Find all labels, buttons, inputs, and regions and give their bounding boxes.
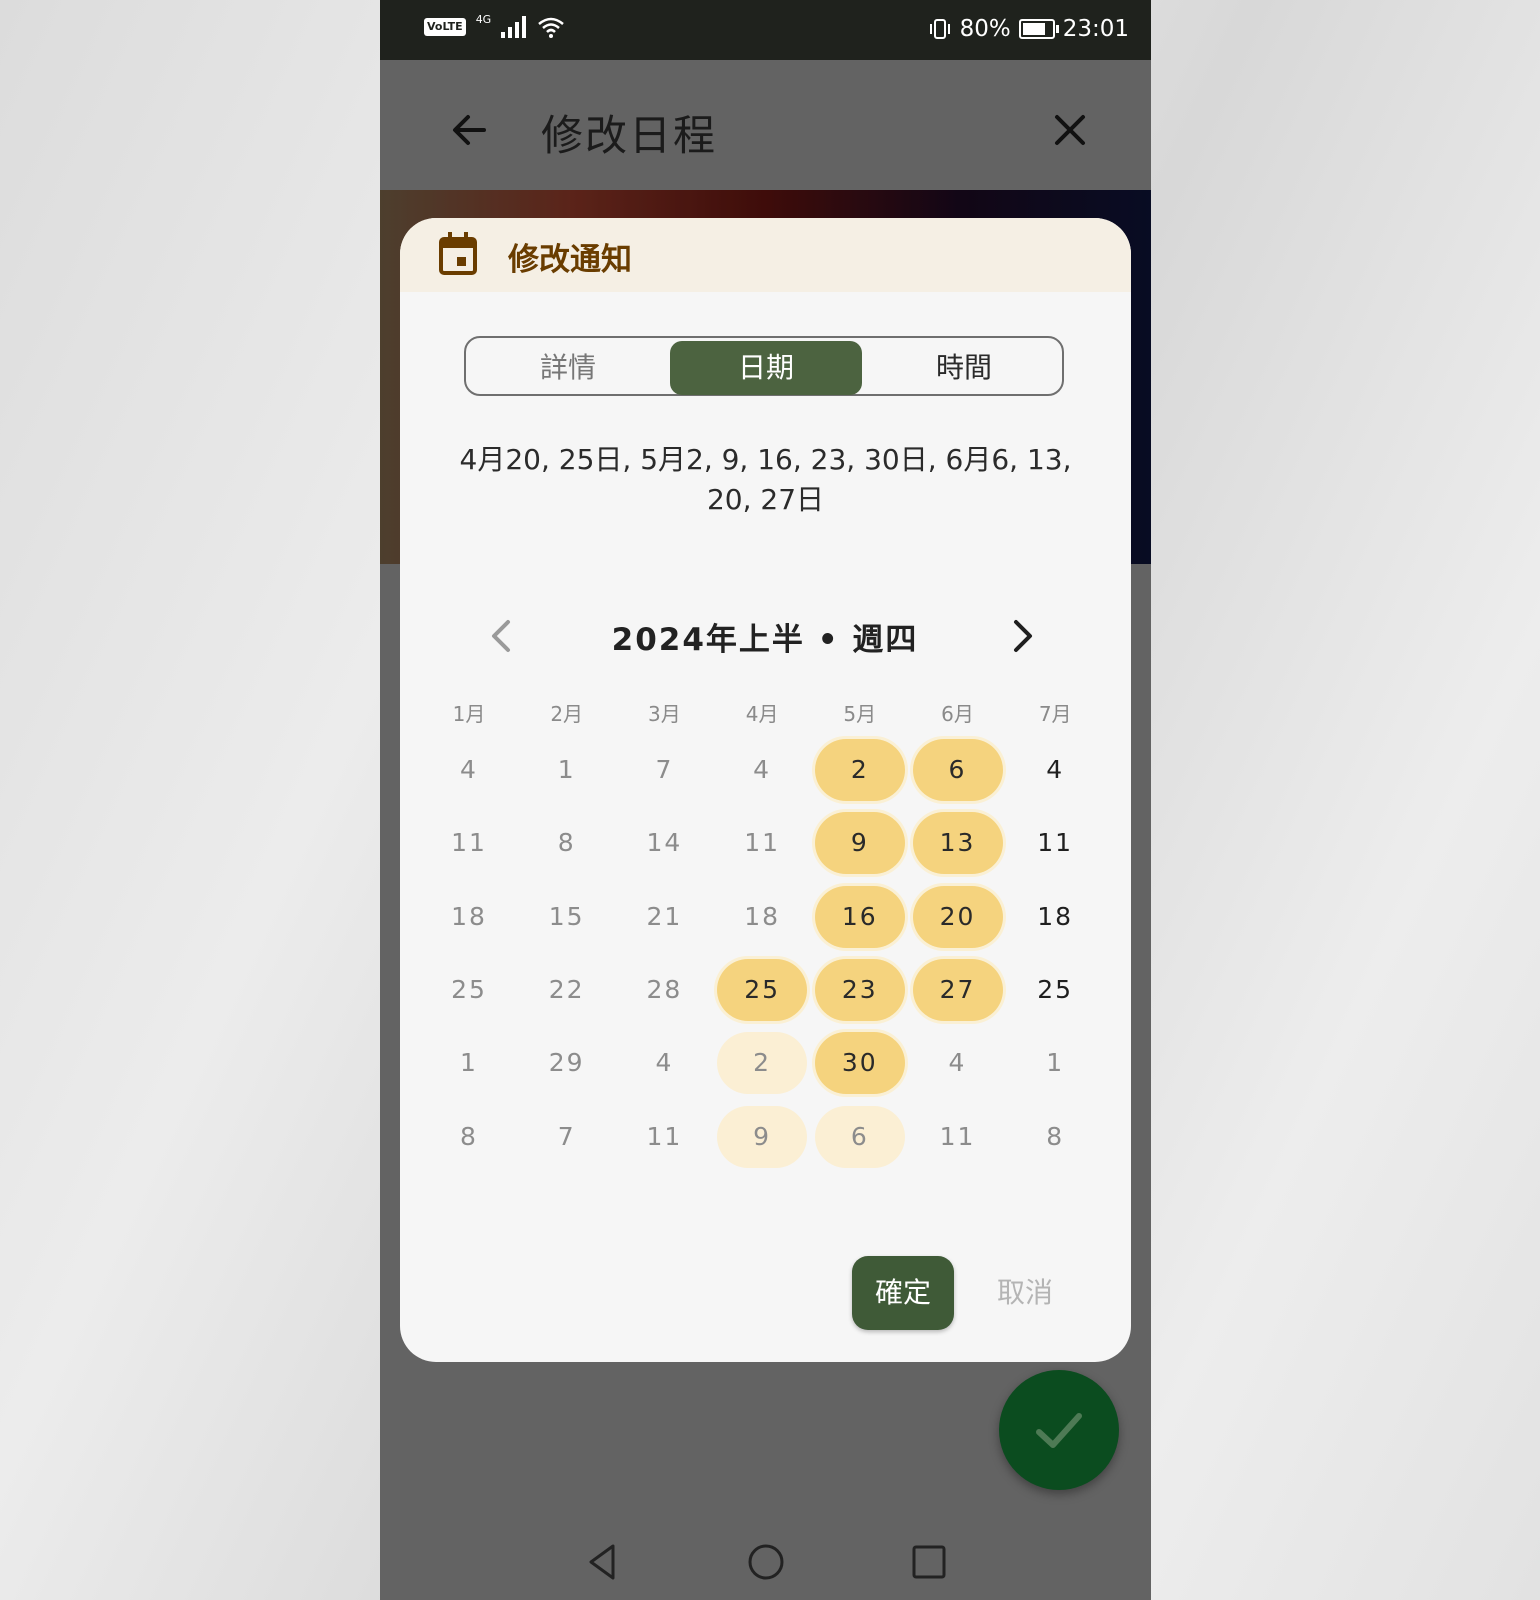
signal-icon (501, 16, 527, 38)
volte-badge: VoLTE (424, 18, 466, 36)
month-header: 2月 (550, 702, 584, 726)
calendar-day[interactable]: 11 (913, 1106, 1003, 1168)
clock: 23:01 (1062, 16, 1129, 42)
system-nav-bar (380, 1520, 1151, 1600)
period-label: 2024年上半 • 週四 (611, 622, 919, 658)
calendar-day[interactable]: 7 (619, 739, 709, 801)
calendar-day[interactable]: 1 (522, 739, 612, 801)
month-header: 1月 (452, 702, 486, 726)
status-bar: VoLTE 4G 80% 23:01 (380, 0, 1151, 60)
summary-line-2: 20, 27日 (706, 483, 825, 516)
month-header: 4月 (745, 702, 779, 726)
calendar-day[interactable]: 16 (814, 885, 905, 948)
calendar-day[interactable]: 22 (522, 959, 612, 1021)
battery-percent: 80% (959, 16, 1011, 42)
calendar-day[interactable]: 6 (912, 739, 1003, 801)
calendar-day[interactable]: 15 (522, 886, 612, 948)
check-icon (1036, 1413, 1082, 1448)
calendar-day[interactable]: 2 (717, 1032, 808, 1095)
summary-line-1: 4月20, 25日, 5月2, 9, 16, 23, 30日, 6月6, 13, (459, 443, 1072, 476)
calendar-day[interactable]: 11 (619, 1106, 709, 1168)
nav-recents-icon[interactable] (909, 1542, 949, 1582)
dialog-header: 修改通知 (400, 218, 1131, 292)
network-type: 4G (475, 12, 492, 26)
status-right: 80% 23:01 (928, 16, 1129, 42)
calendar-day[interactable]: 14 (619, 812, 709, 874)
edit-notification-dialog: 修改通知 詳情 日期 時間 4月20, 25日, 5月2, 9, 16, 23,… (400, 218, 1131, 1362)
chevron-right-icon[interactable] (1006, 616, 1040, 656)
wifi-icon (538, 17, 565, 38)
month-header: 5月 (843, 702, 877, 726)
calendar-day[interactable]: 11 (424, 812, 514, 874)
calendar-icon (439, 232, 477, 275)
dialog-title: 修改通知 (508, 242, 632, 278)
calendar-day[interactable]: 13 (912, 812, 1003, 875)
calendar-day[interactable]: 8 (1010, 1106, 1100, 1168)
calendar-day[interactable]: 29 (522, 1032, 612, 1094)
calendar-day[interactable]: 21 (619, 886, 709, 948)
calendar-day[interactable]: 2 (814, 739, 905, 801)
calendar-day[interactable]: 30 (814, 1032, 905, 1095)
calendar-day[interactable]: 23 (814, 958, 905, 1021)
phone-screen: VoLTE 4G 80% 23:01 修改日程 修改通知 詳情 日期 時間 4月… (380, 0, 1151, 1600)
confirm-button[interactable]: 確定 (852, 1256, 954, 1330)
page-title: 修改日程 (541, 111, 718, 160)
calendar-day[interactable]: 8 (522, 812, 612, 874)
calendar-day[interactable]: 9 (717, 1105, 808, 1168)
calendar-day[interactable]: 28 (619, 959, 709, 1021)
calendar-day[interactable]: 11 (717, 812, 807, 874)
selected-dates-summary: 4月20, 25日, 5月2, 9, 16, 23, 30日, 6月6, 13,… (440, 440, 1091, 520)
calendar-day[interactable]: 27 (912, 958, 1003, 1021)
calendar-day[interactable]: 11 (1010, 812, 1100, 874)
calendar-day[interactable]: 25 (424, 959, 514, 1021)
app-bar: 修改日程 (380, 60, 1151, 190)
calendar-day[interactable]: 18 (424, 886, 514, 948)
calendar-day[interactable]: 4 (619, 1032, 709, 1094)
nav-home-icon[interactable] (746, 1542, 786, 1582)
calendar-day[interactable]: 4 (913, 1032, 1003, 1094)
month-header: 6月 (941, 702, 974, 726)
calendar-day[interactable]: 1 (1010, 1032, 1100, 1094)
tab-switcher: 詳情 日期 時間 (464, 336, 1064, 396)
battery-icon (1018, 19, 1059, 39)
save-fab[interactable] (999, 1370, 1119, 1490)
calendar-day[interactable]: 1 (424, 1032, 514, 1094)
cancel-button[interactable]: 取消 (985, 1256, 1065, 1330)
month-header: 7月 (1038, 702, 1072, 726)
calendar-day[interactable]: 25 (717, 958, 808, 1021)
calendar-day[interactable]: 4 (717, 739, 807, 801)
close-icon[interactable] (1048, 108, 1092, 152)
calendar-day[interactable]: 25 (1010, 959, 1100, 1021)
tab-details[interactable]: 詳情 (472, 341, 664, 395)
back-arrow-icon[interactable] (448, 108, 492, 152)
chevron-left-icon[interactable] (484, 616, 518, 656)
calendar-day[interactable]: 4 (1010, 739, 1100, 801)
tab-date[interactable]: 日期 (670, 341, 862, 395)
calendar-day[interactable]: 18 (717, 886, 807, 948)
month-header: 3月 (648, 702, 681, 726)
calendar-day[interactable]: 9 (814, 812, 905, 875)
calendar-day[interactable]: 4 (424, 739, 514, 801)
tab-time[interactable]: 時間 (868, 341, 1060, 395)
nav-back-icon[interactable] (583, 1542, 623, 1582)
calendar-day[interactable]: 8 (424, 1106, 514, 1168)
calendar-day[interactable]: 18 (1010, 886, 1100, 948)
vibrate-icon (929, 19, 950, 39)
calendar-day[interactable]: 6 (814, 1105, 905, 1168)
calendar-day[interactable]: 20 (912, 885, 1003, 948)
calendar-day[interactable]: 7 (522, 1106, 612, 1168)
status-left: VoLTE 4G (424, 12, 565, 38)
